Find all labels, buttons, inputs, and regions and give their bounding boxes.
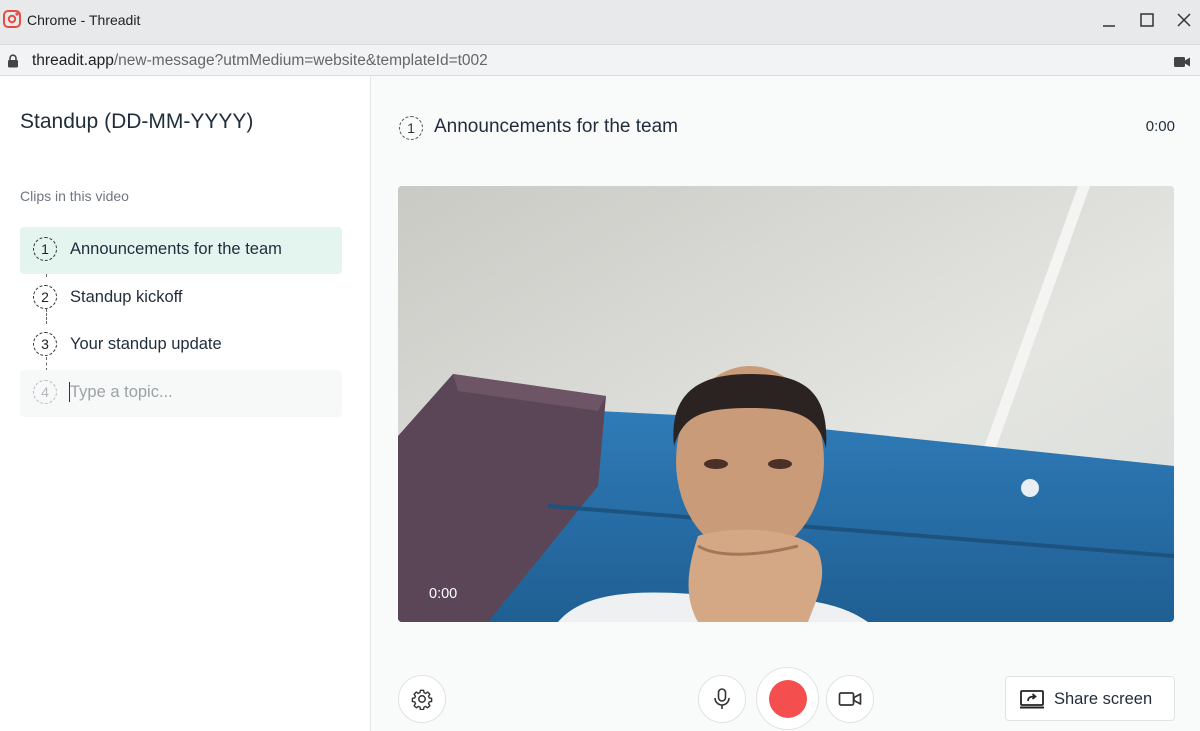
camera-in-use-icon[interactable] [1174, 55, 1190, 73]
microphone-button[interactable] [698, 675, 746, 723]
clip-number: 2 [33, 285, 57, 309]
maximize-icon[interactable] [1135, 9, 1159, 33]
video-camera-icon [838, 692, 862, 706]
window-titlebar: Chrome - Threadit [0, 0, 1200, 44]
share-screen-label: Share screen [1054, 690, 1153, 708]
clip-label: Announcements for the team [70, 240, 282, 258]
clip-number: 4 [33, 380, 57, 404]
current-clip-title[interactable]: Announcements for the team [434, 116, 678, 138]
window-title: Chrome - Threadit [27, 12, 141, 28]
main-panel: 1 Announcements for the team 0:00 0:00 S… [371, 76, 1200, 731]
clip-number: 3 [33, 332, 57, 356]
new-topic-placeholder: Type a topic... [70, 383, 173, 401]
microphone-icon [714, 688, 730, 709]
recording-timer: 0:00 [429, 586, 458, 602]
clip-item-1[interactable]: 1 Announcements for the team [20, 227, 342, 274]
threadit-logo-icon [2, 9, 22, 29]
webcam-preview: 0:00 [398, 186, 1174, 622]
address-bar[interactable]: threadit.app/new-message?utmMedium=websi… [0, 44, 1200, 76]
clip-item-3[interactable]: 3 Your standup update [20, 322, 342, 369]
clip-timer: 0:00 [1145, 118, 1175, 135]
clip-number: 1 [33, 237, 57, 261]
lock-icon[interactable] [7, 54, 19, 73]
sidebar: Standup (DD-MM-YYYY) Clips in this video… [0, 76, 371, 731]
share-screen-icon [1020, 690, 1044, 709]
gear-icon [411, 689, 433, 710]
clip-item-2[interactable]: 2 Standup kickoff [20, 275, 342, 322]
video-title[interactable]: Standup (DD-MM-YYYY) [20, 110, 253, 134]
camera-toggle-button[interactable] [826, 675, 874, 723]
clips-section-label: Clips in this video [20, 188, 129, 204]
share-screen-button[interactable]: Share screen [1005, 676, 1175, 721]
clip-label: Standup kickoff [70, 288, 183, 306]
url-text[interactable]: threadit.app/new-message?utmMedium=websi… [32, 52, 488, 70]
minimize-icon[interactable] [1097, 9, 1121, 33]
record-icon [768, 679, 807, 718]
url-path: /new-message?utmMedium=website&templateI… [113, 52, 488, 69]
new-topic-input[interactable]: 4 Type a topic... [20, 370, 342, 417]
url-host: threadit.app [32, 52, 114, 69]
record-button[interactable] [756, 667, 819, 730]
close-icon[interactable] [1172, 9, 1196, 33]
clip-label: Your standup update [70, 335, 222, 353]
settings-button[interactable] [398, 675, 446, 723]
current-clip-number: 1 [399, 116, 423, 140]
